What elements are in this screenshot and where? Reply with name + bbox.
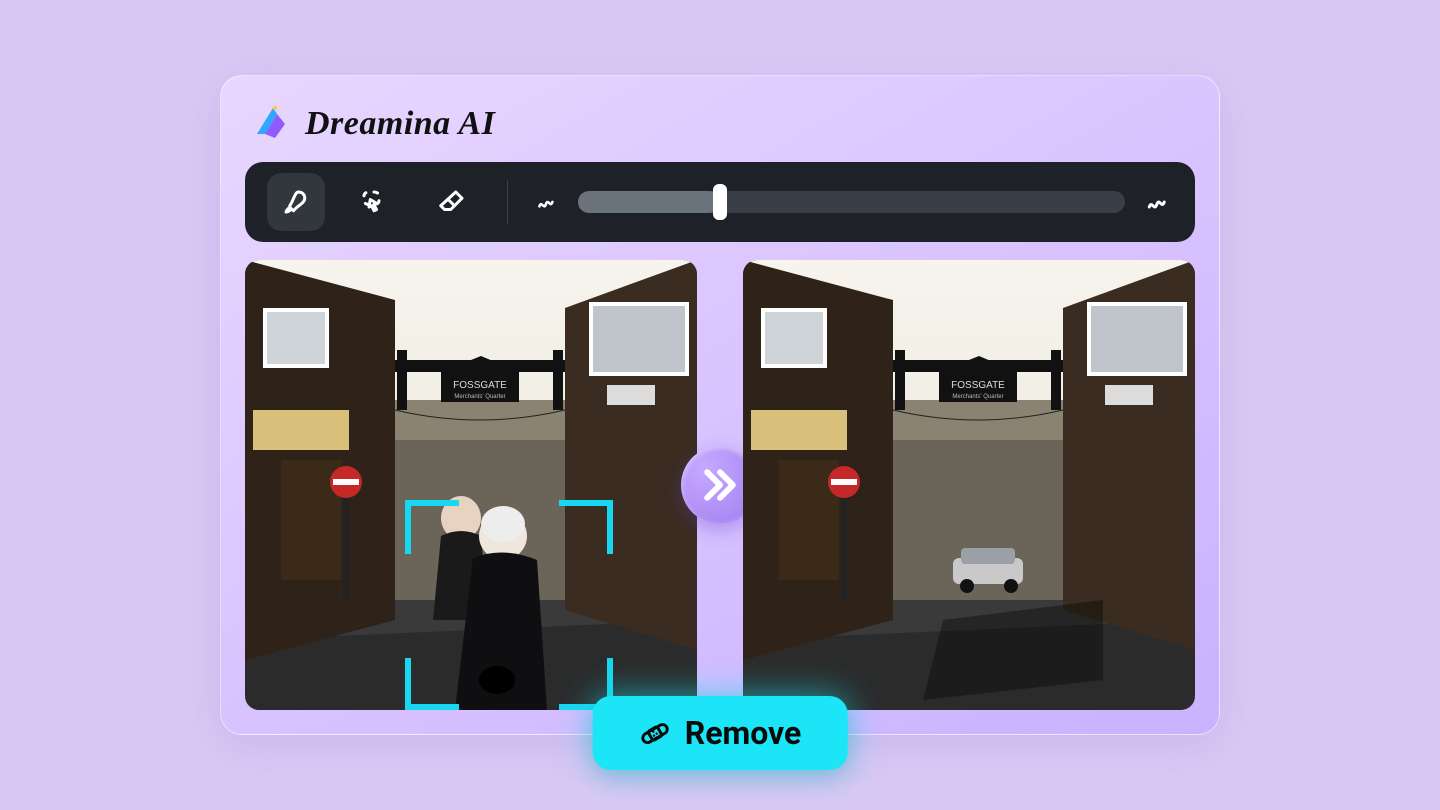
- svg-text:Merchants' Quarter: Merchants' Quarter: [454, 394, 505, 400]
- slider-fill: [578, 191, 720, 213]
- selection-corner-top-left: [405, 500, 459, 554]
- selection-corner-bottom-left: [405, 658, 459, 710]
- lasso-select-icon: [359, 187, 389, 217]
- brand-row: Dreamina AI: [251, 104, 1193, 144]
- brush-size-slider[interactable]: [578, 191, 1125, 213]
- eraser-icon: [437, 187, 467, 217]
- squiggle-thin-icon: [534, 189, 560, 215]
- before-after-compare: FOSSGATE Merchants' Quarter: [245, 260, 1195, 710]
- slider-thumb[interactable]: [713, 184, 727, 220]
- before-image: FOSSGATE Merchants' Quarter: [245, 260, 697, 710]
- brush-tool-button[interactable]: [267, 173, 325, 231]
- brand-title: Dreamina AI: [305, 105, 495, 143]
- editor-panel: Dreamina AI: [220, 75, 1220, 735]
- double-chevron-right-icon: [698, 463, 742, 507]
- lasso-tool-button[interactable]: [345, 173, 403, 231]
- remove-button[interactable]: Remove: [593, 696, 848, 770]
- after-image: FOSSGATE Merchants' Quarter: [743, 260, 1195, 710]
- squiggle-thick-icon: [1143, 187, 1173, 217]
- toolbar-separator: [507, 180, 508, 224]
- svg-text:FOSSGATE: FOSSGATE: [951, 380, 1005, 391]
- canvas-background: Dreamina AI: [20, 20, 1420, 790]
- bandage-icon: [639, 717, 671, 749]
- svg-text:Merchants' Quarter: Merchants' Quarter: [952, 394, 1003, 400]
- selection-corner-top-right: [559, 500, 613, 554]
- brush-size-control: [534, 187, 1173, 217]
- remove-button-label: Remove: [685, 714, 802, 752]
- svg-text:FOSSGATE: FOSSGATE: [453, 380, 507, 391]
- toolbar: [245, 162, 1195, 242]
- eraser-tool-button[interactable]: [423, 173, 481, 231]
- brand-logo-icon: [251, 104, 291, 144]
- brush-icon: [281, 187, 311, 217]
